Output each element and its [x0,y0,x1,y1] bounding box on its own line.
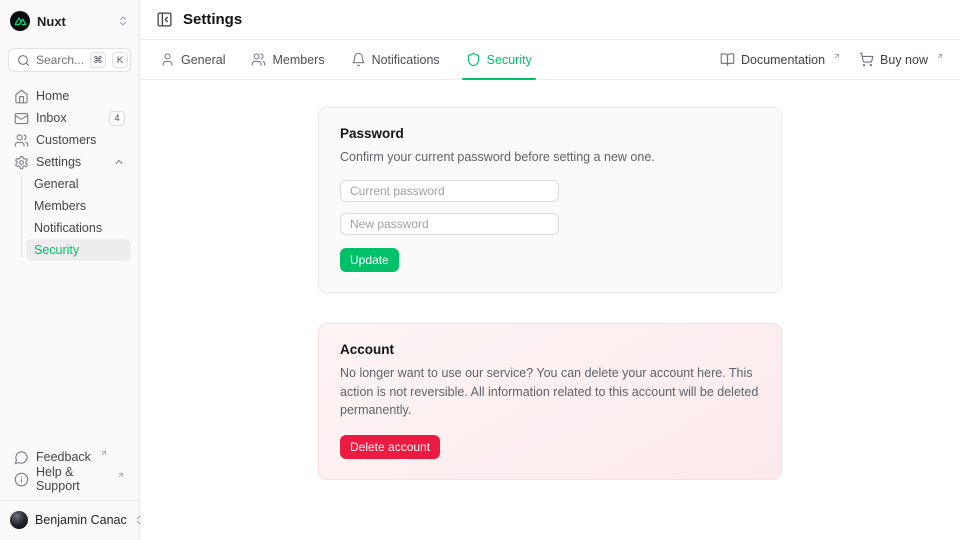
sidebar-nav: Home Inbox 4 Customers Settings [8,85,131,446]
main-panel: Settings General Members [140,0,960,540]
tab-members[interactable]: Members [247,40,328,79]
sidebar-divider [0,500,139,501]
sidebar-item-label: Notifications [34,221,102,235]
app-window: Nuxt Search... ⌘ K Home [0,0,960,540]
help-support-link[interactable]: Help & Support [8,468,131,490]
documentation-link[interactable]: Documentation [720,52,841,67]
sidebar-item-inbox[interactable]: Inbox 4 [8,107,131,129]
update-password-button[interactable]: Update [340,248,399,272]
workspace-name: Nuxt [37,14,110,29]
tab-notifications[interactable]: Notifications [347,40,444,79]
tab-security[interactable]: Security [462,40,536,79]
current-password-field[interactable] [340,180,559,202]
sidebar-footer: Feedback Help & Support [8,446,131,490]
kbd-meta: ⌘ [90,52,106,68]
sidebar-item-settings[interactable]: Settings [8,151,131,173]
tab-label: Security [487,53,532,67]
sidebar-item-notifications[interactable]: Notifications [26,217,131,239]
sidebar-item-members[interactable]: Members [26,195,131,217]
external-link-icon [833,52,841,60]
inbox-count-badge: 4 [109,111,125,126]
sidebar-item-label: Security [34,243,79,257]
account-card: Account No longer want to use our servic… [318,323,782,480]
sidebar-item-label: Customers [36,133,96,147]
sidebar-item-label: General [34,177,78,191]
buy-now-link[interactable]: Buy now [859,52,944,67]
sidebar-item-home[interactable]: Home [8,85,131,107]
tab-label: Members [272,53,324,67]
users-icon [251,52,266,67]
user-name: Benjamin Canac [35,513,127,527]
tab-bar: General Members Notifications [140,40,960,80]
mail-icon [14,111,29,126]
settings-security-content: Password Confirm your current password b… [140,80,960,540]
chevrons-up-down-icon [117,15,129,27]
workspace-switcher[interactable]: Nuxt [8,8,131,34]
message-circle-icon [14,450,29,465]
external-link-icon [936,52,944,60]
sidebar-item-label: Feedback [36,450,91,464]
external-link-icon [117,471,125,479]
account-card-description: No longer want to use our service? You c… [340,364,760,420]
search-placeholder: Search... [36,53,84,67]
avatar [10,511,28,529]
sidebar-item-security[interactable]: Security [26,239,131,261]
tabbar-actions: Documentation Buy now [720,40,944,79]
panel-left-close-icon[interactable] [156,11,173,28]
search-input[interactable]: Search... ⌘ K [8,48,131,72]
tab-general[interactable]: General [156,40,229,79]
password-card-title: Password [340,126,760,141]
sidebar-item-label: Inbox [36,111,67,125]
page-title: Settings [183,11,242,28]
sidebar-item-label: Members [34,199,86,213]
delete-account-button[interactable]: Delete account [340,435,440,459]
tabs: General Members Notifications [156,40,536,79]
tab-label: Notifications [372,53,440,67]
sidebar-item-label: Help & Support [36,465,108,493]
book-open-icon [720,52,735,67]
new-password-field[interactable] [340,213,559,235]
bell-icon [351,52,366,67]
tab-label: General [181,53,225,67]
password-card: Password Confirm your current password b… [318,107,782,293]
info-icon [14,472,29,487]
account-card-title: Account [340,342,760,357]
external-link-icon [100,449,108,457]
settings-subnav: General Members Notifications Security [8,173,131,261]
sidebar: Nuxt Search... ⌘ K Home [0,0,140,540]
shopping-cart-icon [859,52,874,67]
kbd-k: K [112,52,128,68]
user-icon [160,52,175,67]
sidebar-item-general[interactable]: General [26,173,131,195]
sidebar-item-label: Home [36,89,69,103]
sidebar-item-label: Settings [36,155,81,169]
chevron-up-icon [113,156,125,168]
action-label: Buy now [880,53,928,67]
gear-icon [14,155,29,170]
users-icon [14,133,29,148]
sidebar-item-customers[interactable]: Customers [8,129,131,151]
password-card-description: Confirm your current password before set… [340,148,760,167]
nuxt-logo-icon [10,11,30,31]
search-icon [17,54,30,67]
shield-icon [466,52,481,67]
page-header: Settings [140,0,960,40]
user-menu[interactable]: Benjamin Canac [8,508,131,532]
home-icon [14,89,29,104]
action-label: Documentation [741,53,825,67]
